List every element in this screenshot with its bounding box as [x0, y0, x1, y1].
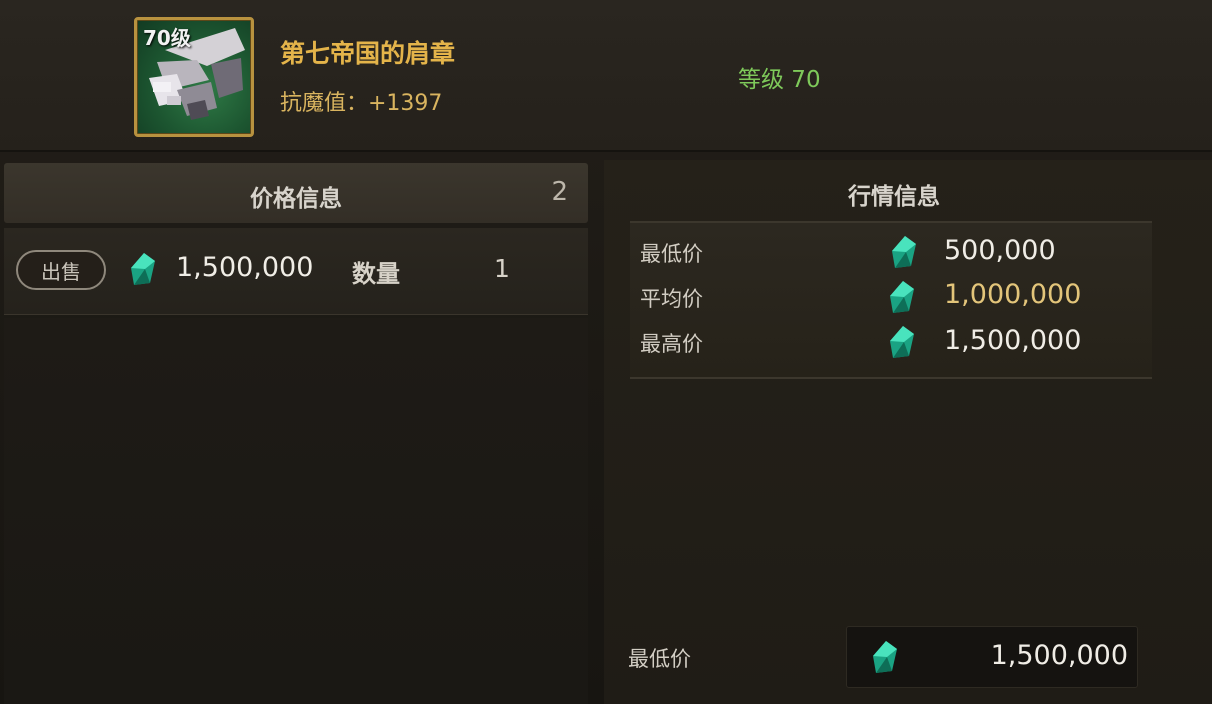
min-price-label: 最低价 [640, 242, 703, 266]
listing-qty: 1 [494, 254, 510, 283]
max-price-label: 最高价 [640, 332, 703, 356]
gem-icon [890, 281, 914, 313]
market-info-title: 行情信息 [848, 184, 940, 210]
avg-price-value: 1,000,000 [944, 279, 1082, 310]
sell-button[interactable]: 出售 [16, 250, 106, 290]
gem-icon [892, 236, 916, 268]
max-price-value: 1,500,000 [944, 325, 1082, 356]
listing-qty-label: 数量 [352, 260, 400, 288]
price-info-count: 2 [551, 177, 568, 207]
gem-icon [890, 326, 914, 358]
trade-window: 70级 第七帝国的肩章 抗魔值：+1397 等级 70 价格信息 2 出售 1,… [0, 0, 1212, 704]
item-slot[interactable]: 70级 [134, 17, 254, 137]
price-info-title: 价格信息 [250, 186, 342, 212]
gem-icon [131, 253, 155, 285]
bottom-min-price-label: 最低价 [628, 647, 691, 671]
gem-icon [873, 641, 897, 673]
item-stat: 抗魔值：+1397 [280, 91, 443, 116]
listing-row[interactable]: 出售 1,500,000 数量 1 [4, 228, 588, 315]
avg-price-label: 平均价 [640, 287, 703, 311]
min-price-value: 500,000 [944, 235, 1056, 266]
bottom-min-price-value: 1,500,000 [990, 640, 1128, 671]
listing-list-empty-area [4, 318, 588, 704]
price-info-header: 价格信息 2 [4, 163, 588, 223]
item-name: 第七帝国的肩章 [280, 39, 456, 68]
listing-price: 1,500,000 [176, 252, 314, 283]
item-slot-level: 70级 [143, 26, 191, 50]
item-level: 等级 70 [738, 67, 821, 93]
